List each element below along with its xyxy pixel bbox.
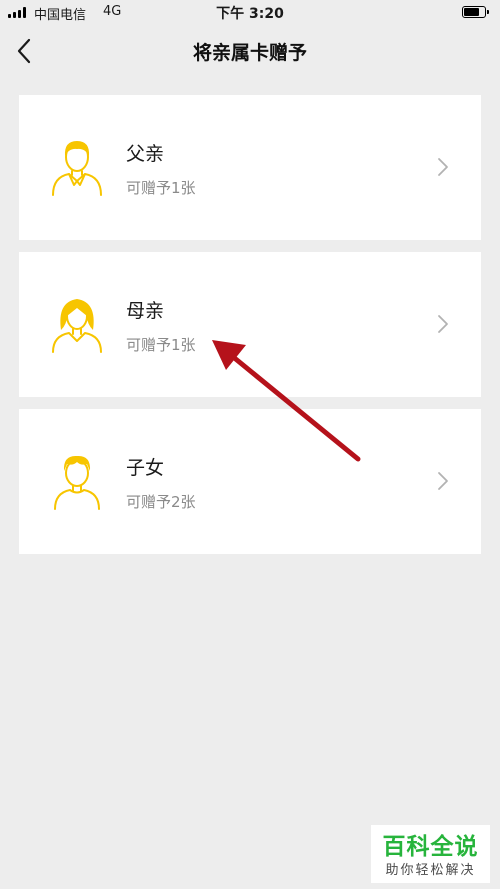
watermark-title: 百科全说 xyxy=(382,834,479,860)
chevron-right-icon xyxy=(438,158,448,176)
chevron-right-icon xyxy=(438,315,448,333)
watermark-logo: 百科全说 助你轻松解决 xyxy=(371,825,490,883)
chevron-right-icon xyxy=(438,472,448,490)
card-subtitle: 可赠予1张 xyxy=(126,179,196,197)
father-avatar-icon xyxy=(52,141,102,196)
watermark-subtitle: 助你轻松解决 xyxy=(385,863,476,878)
card-title: 子女 xyxy=(126,457,165,479)
card-title: 母亲 xyxy=(126,300,165,322)
recipient-card-child[interactable]: 子女 可赠予2张 xyxy=(19,409,481,554)
page-title: 将亲属卡赠予 xyxy=(192,42,307,64)
nav-bar: 将亲属卡赠予 xyxy=(0,24,500,78)
battery-icon xyxy=(462,6,489,18)
status-time: 下午 3:20 xyxy=(216,6,284,22)
recipient-card-mother[interactable]: 母亲 可赠予1张 xyxy=(19,252,481,397)
card-title: 父亲 xyxy=(126,143,165,165)
card-subtitle: 可赠予1张 xyxy=(126,336,196,354)
recipient-card-father[interactable]: 父亲 可赠予1张 xyxy=(19,95,481,240)
child-avatar-icon xyxy=(54,455,100,510)
mother-avatar-icon xyxy=(52,299,102,353)
card-subtitle: 可赠予2张 xyxy=(126,493,196,511)
status-bar: 中国电信 4G 下午 3:20 xyxy=(0,0,500,24)
